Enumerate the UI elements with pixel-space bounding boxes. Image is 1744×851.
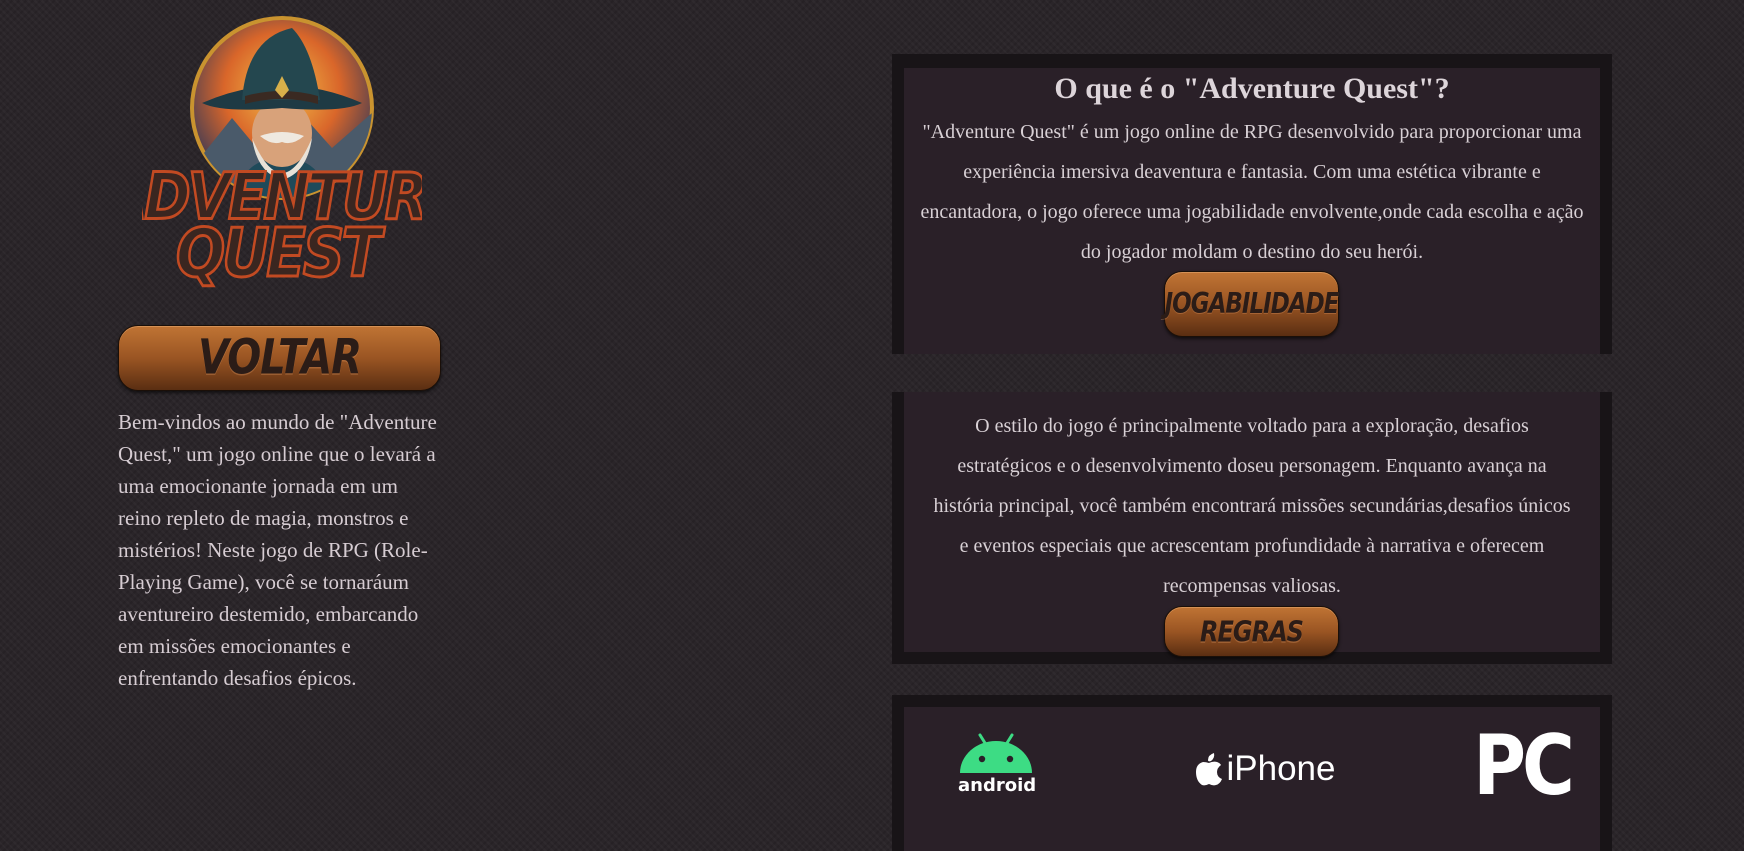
platforms-panel-inner: android iPhone PC <box>904 707 1600 851</box>
platform-pc[interactable]: PC <box>1473 717 1575 814</box>
android-label: android <box>958 775 1037 796</box>
gameplay-button-label: JOGABILIDADE <box>1164 287 1340 321</box>
rules-button-label: REGRAS <box>1200 614 1304 649</box>
game-logo: ADVENTURE QUEST <box>142 8 422 293</box>
apple-logo-icon <box>1195 753 1222 786</box>
style-text: O estilo do jogo é principalmente voltad… <box>933 415 1571 597</box>
back-button[interactable]: VOLTAR <box>118 325 441 391</box>
about-text: "Adventure Quest" é um jogo online de RP… <box>920 121 1584 263</box>
iphone-label: iPhone <box>1226 749 1336 788</box>
logo-title-line2: QUEST <box>176 214 385 292</box>
platform-android[interactable]: android <box>958 731 1037 797</box>
platforms-panel: android iPhone PC <box>892 695 1612 851</box>
rules-button[interactable]: REGRAS <box>1164 606 1339 657</box>
pc-label: PC <box>1473 716 1575 814</box>
platform-iphone[interactable]: iPhone <box>1190 749 1340 789</box>
intro-text: Bem-vindos ao mundo de "Adventure Quest,… <box>118 410 437 690</box>
gameplay-button[interactable]: JOGABILIDADE <box>1164 271 1339 337</box>
about-title: O que é o "Adventure Quest"? <box>1054 72 1450 105</box>
wizard-emblem-icon: ADVENTURE QUEST <box>142 16 422 293</box>
back-button-label: VOLTAR <box>197 330 362 386</box>
android-robot-icon <box>960 733 1032 773</box>
